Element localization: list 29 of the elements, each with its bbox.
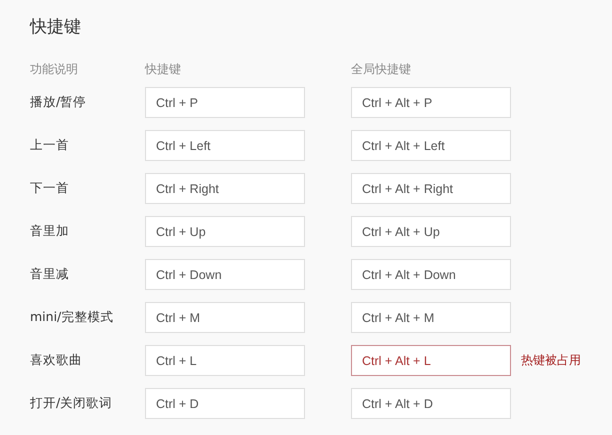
column-header: 快捷键 xyxy=(145,60,182,78)
action-label: mini/完整模式 xyxy=(30,309,114,326)
global-shortcut-field[interactable]: Ctrl + Alt + L xyxy=(351,345,511,376)
action-label: 喜欢歌曲 xyxy=(30,352,83,369)
shortcut-field[interactable]: Ctrl + M xyxy=(145,302,305,333)
shortcut-field[interactable]: Ctrl + D xyxy=(145,388,305,419)
action-label: 播放/暂停 xyxy=(30,94,88,111)
section-title: 快捷键 xyxy=(30,16,82,39)
column-header: 功能说明 xyxy=(30,60,79,78)
shortcut-field[interactable]: Ctrl + Up xyxy=(145,216,305,247)
action-label: 打开/关闭歌词 xyxy=(30,395,114,412)
shortcut-field[interactable]: Ctrl + P xyxy=(145,87,305,118)
global-shortcut-field[interactable]: Ctrl + Alt + Up xyxy=(351,216,511,247)
action-label: 音里减 xyxy=(30,266,70,283)
action-label: 下一首 xyxy=(30,180,70,197)
global-shortcut-field[interactable]: Ctrl + Alt + Down xyxy=(351,259,511,290)
shortcut-field[interactable]: Ctrl + Down xyxy=(145,259,305,290)
shortcut-field[interactable]: Ctrl + Right xyxy=(145,173,305,204)
warning-text: 热键被占用 xyxy=(521,352,582,369)
global-shortcut-field[interactable]: Ctrl + Alt + Right xyxy=(351,173,511,204)
column-header: 全局快捷键 xyxy=(351,60,412,78)
global-shortcut-field[interactable]: Ctrl + Alt + Left xyxy=(351,130,511,161)
global-shortcut-field[interactable]: Ctrl + Alt + P xyxy=(351,87,511,118)
shortcut-field[interactable]: Ctrl + L xyxy=(145,345,305,376)
global-shortcut-field[interactable]: Ctrl + Alt + M xyxy=(351,302,511,333)
action-label: 上一首 xyxy=(30,137,70,154)
shortcut-field[interactable]: Ctrl + Left xyxy=(145,130,305,161)
action-label: 音里加 xyxy=(30,223,70,240)
global-shortcut-field[interactable]: Ctrl + Alt + D xyxy=(351,388,511,419)
